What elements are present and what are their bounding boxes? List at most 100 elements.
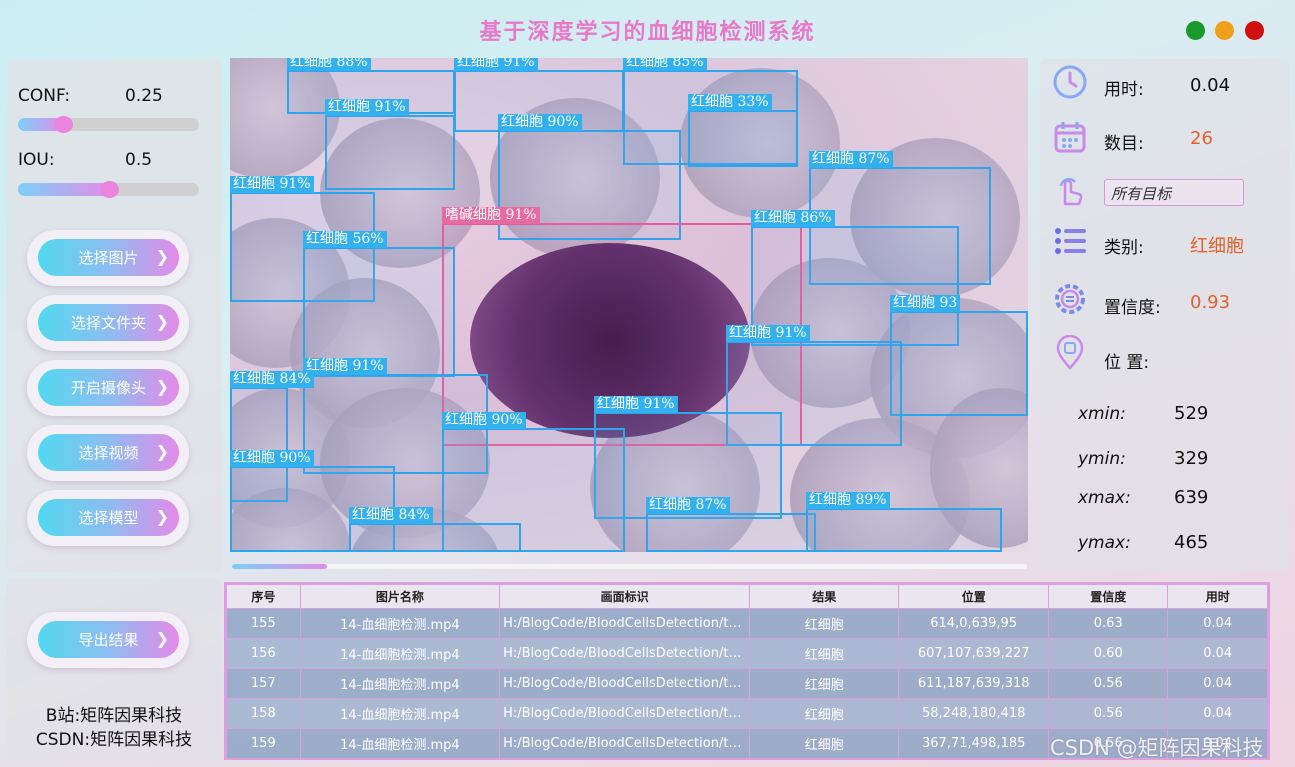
cell-result: 红细胞 <box>749 698 900 729</box>
control-panel: CONF: 0.25 IOU: 0.5 选择图片 ❯ 选择文件夹 ❯ 开启摄像头… <box>7 59 221 572</box>
conf-slider-handle[interactable] <box>53 116 73 133</box>
cell-position: 58,248,180,418 <box>898 698 1050 729</box>
select-folder-button[interactable]: 选择文件夹 ❯ <box>38 304 179 341</box>
column-header-time[interactable]: 用时 <box>1167 584 1268 609</box>
detection-label: 红细胞 84% <box>230 371 314 388</box>
table-row[interactable]: 155 14-血细胞检测.mp4 H:/BlogCode/BloodCellsD… <box>226 608 1268 639</box>
chevron-right-icon: ❯ <box>155 629 169 648</box>
ymin-label: ymin: <box>1078 449 1126 469</box>
column-header-image-name[interactable]: 图片名称 <box>299 584 501 609</box>
select-folder-label: 选择文件夹 <box>70 314 146 332</box>
iou-label: IOU: <box>18 150 55 170</box>
detection-label: 红细胞 85% <box>623 58 707 71</box>
cell-image-name: 14-血细胞检测.mp4 <box>299 698 501 729</box>
close-button[interactable] <box>1245 21 1264 40</box>
column-header-position[interactable]: 位置 <box>898 584 1050 609</box>
detection-label: 红细胞 91% <box>303 358 387 375</box>
location-pin-icon <box>1056 335 1084 370</box>
cell-result: 红细胞 <box>749 668 900 699</box>
cell-time: 0.04 <box>1167 668 1268 699</box>
select-folder-pill: 选择文件夹 ❯ <box>27 295 189 351</box>
cell-frame-id: H:/BlogCode/BloodCellsDetection/tes... <box>499 698 751 729</box>
detection-label: 红细胞 91% <box>230 176 314 193</box>
cell-position: 607,107,639,227 <box>898 638 1050 669</box>
chevron-right-icon: ❯ <box>155 507 169 526</box>
detection-label: 嗜碱细胞 91% <box>442 207 540 224</box>
cell-frame-id: H:/BlogCode/BloodCellsDetection/tes... <box>499 638 751 669</box>
detection-label: 红细胞 91% <box>325 99 409 116</box>
gear-icon <box>1055 284 1085 314</box>
maximize-button[interactable] <box>1186 21 1205 40</box>
cell-image-name: 14-血细胞检测.mp4 <box>299 638 501 669</box>
export-results-pill: 导出结果 ❯ <box>27 612 189 668</box>
select-image-label: 选择图片 <box>78 249 139 267</box>
detection-label: 红细胞 84% <box>349 507 433 524</box>
detection-box[interactable]: 红细胞 87% <box>646 497 816 552</box>
conf-value: 0.25 <box>125 86 163 106</box>
list-icon <box>1055 228 1086 254</box>
detection-label: 红细胞 90% <box>498 114 582 131</box>
select-video-label: 选择视频 <box>78 444 139 462</box>
cell-index: 159 <box>226 728 301 759</box>
table-row[interactable]: 157 14-血细胞检测.mp4 H:/BlogCode/BloodCellsD… <box>226 668 1268 699</box>
minimize-button[interactable] <box>1215 21 1234 40</box>
time-label: 用时: <box>1104 80 1144 100</box>
detection-label: 红细胞 87% <box>809 151 893 168</box>
column-header-index[interactable]: 序号 <box>226 584 301 609</box>
open-camera-button[interactable]: 开启摄像头 ❯ <box>38 369 179 406</box>
open-camera-label: 开启摄像头 <box>70 379 146 397</box>
export-panel: 导出结果 ❯ B站:矩阵因果科技 CSDN:矩阵因果科技 <box>7 578 221 760</box>
detection-box[interactable]: 红细胞 84% <box>349 507 521 552</box>
cell-result: 红细胞 <box>749 728 900 759</box>
detection-box[interactable]: 红细胞 91% <box>325 99 455 190</box>
time-value: 0.04 <box>1190 75 1231 96</box>
cell-index: 155 <box>226 608 301 639</box>
cell-confidence: 0.56 <box>1048 698 1169 729</box>
detection-label: 红细胞 56% <box>303 231 387 248</box>
cell-index: 157 <box>226 668 301 699</box>
conf-slider[interactable] <box>18 116 199 133</box>
detection-label: 红细胞 89% <box>806 492 890 509</box>
cell-image-name: 14-血细胞检测.mp4 <box>299 608 501 639</box>
cell-time: 0.04 <box>1167 638 1268 669</box>
iou-slider-handle[interactable] <box>99 181 119 198</box>
app-title: 基于深度学习的血细胞检测系统 <box>479 19 816 45</box>
cell-index: 156 <box>226 638 301 669</box>
cell-position: 367,71,498,185 <box>898 728 1050 759</box>
cell-frame-id: H:/BlogCode/BloodCellsDetection/tes... <box>499 728 751 759</box>
detection-label: 红细胞 93 <box>890 295 961 312</box>
xmin-label: xmin: <box>1078 404 1126 424</box>
detection-box[interactable]: 红细胞 89% <box>806 492 1002 552</box>
column-header-frame-id[interactable]: 画面标识 <box>499 584 751 609</box>
detection-label: 红细胞 91% <box>726 325 810 342</box>
cell-image-name: 14-血细胞检测.mp4 <box>299 728 501 759</box>
detection-image: 红细胞 88% 红细胞 91% 红细胞 85% 红细胞 91% 红细胞 90% … <box>230 58 1028 552</box>
conf-label: CONF: <box>18 86 71 106</box>
cell-time: 0.04 <box>1167 698 1268 729</box>
select-video-button[interactable]: 选择视频 ❯ <box>38 434 179 471</box>
detection-box[interactable]: 红细胞 33% <box>688 94 798 167</box>
iou-slider-fill <box>18 183 109 196</box>
select-image-button[interactable]: 选择图片 ❯ <box>38 239 179 276</box>
calendar-icon <box>1054 122 1086 153</box>
select-image-pill: 选择图片 ❯ <box>27 230 189 286</box>
bilibili-credit: B站:矩阵因果科技 <box>45 706 183 726</box>
iou-value: 0.5 <box>125 150 153 170</box>
table-row[interactable]: 156 14-血细胞检测.mp4 H:/BlogCode/BloodCellsD… <box>226 638 1268 669</box>
detection-box[interactable]: 红细胞 93 <box>890 295 1028 416</box>
target-select[interactable]: 所有目标 <box>1104 179 1244 206</box>
chevron-right-icon: ❯ <box>155 442 169 461</box>
position-label: 位 置: <box>1104 353 1150 373</box>
column-header-result[interactable]: 结果 <box>749 584 900 609</box>
export-results-button[interactable]: 导出结果 ❯ <box>38 621 179 658</box>
column-header-confidence[interactable]: 置信度 <box>1048 584 1169 609</box>
select-video-pill: 选择视频 ❯ <box>27 425 189 481</box>
detection-label: 红细胞 90% <box>230 450 314 467</box>
select-model-button[interactable]: 选择模型 ❯ <box>38 499 179 536</box>
select-model-pill: 选择模型 ❯ <box>27 490 189 546</box>
table-row[interactable]: 158 14-血细胞检测.mp4 H:/BlogCode/BloodCellsD… <box>226 698 1268 729</box>
chevron-right-icon: ❯ <box>155 377 169 396</box>
cell-index: 158 <box>226 698 301 729</box>
iou-slider[interactable] <box>18 181 199 198</box>
video-progress-bar[interactable] <box>232 564 1027 569</box>
